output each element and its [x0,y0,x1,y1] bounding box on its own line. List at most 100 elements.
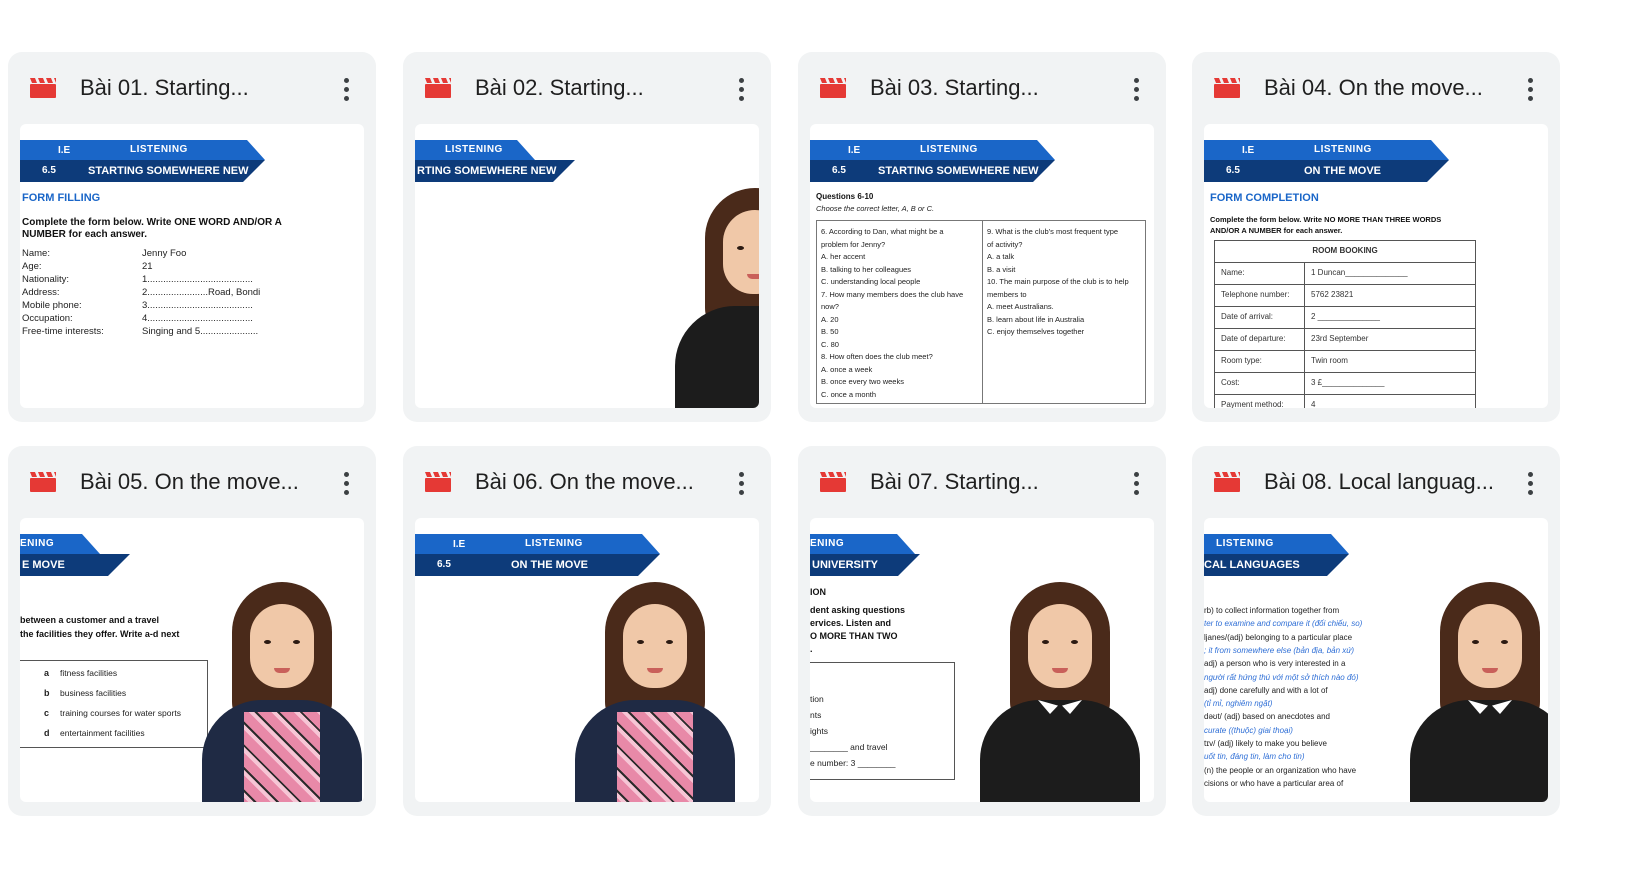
banner-topic: ON THE MOVE [415,554,660,576]
form-row: Nationality: 1...........................… [22,274,253,285]
video-title[interactable]: Bài 03. Starting... [870,70,1120,106]
form-label: Free-time interests: [22,326,104,337]
instruction-line: between a customer and a travel [20,615,160,625]
video-clapperboard-icon [820,472,846,492]
more-options-icon[interactable] [1124,468,1148,498]
presenter-image [565,582,745,802]
option-letter: c [44,708,50,718]
more-options-icon[interactable] [1518,468,1542,498]
video-title[interactable]: Bài 01. Starting... [80,70,330,106]
video-thumbnail[interactable]: LISTENING CAL LANGUAGES rb) to collect inf… [1204,518,1548,802]
form-value: Singing and 5...................... [142,326,259,337]
instruction-line: NUMBER for each answer. [22,229,148,240]
presenter-eye [1042,640,1049,644]
more-options-icon[interactable] [1518,74,1542,104]
instruction-line: . [810,644,813,654]
question-line: of activity? [987,239,1023,249]
table-row: Date of departure: 23rd September [1215,329,1475,351]
question-line: 7. How many members does the club have [821,289,964,299]
video-thumbnail[interactable]: LISTENING ON THE MOVE I.E 6.5 FORM COMPLETIO… [1204,124,1548,408]
video-thumbnail[interactable]: LISTENING STARTING SOMEWHERE NEW I.E 6.5 Que… [810,124,1154,408]
form-row: Name: Jenny Foo [22,248,186,259]
more-options-icon[interactable] [334,74,358,104]
questions-box: 6. According to Dan, what might be a pro… [816,220,1146,404]
video-clapperboard-icon [425,78,451,98]
form-row: Occupation: 4............................… [22,313,253,324]
presenter-face [723,210,759,294]
more-options-icon[interactable] [729,74,753,104]
form-label: Nationality: [22,274,69,285]
table-cell-label: Name: [1215,263,1305,284]
more-options-icon[interactable] [334,468,358,498]
video-card[interactable]: Bài 04. On the move... LISTENING ON THE MO… [1192,52,1560,422]
video-title[interactable]: Bài 08. Local languag... [1264,464,1514,500]
video-card[interactable]: Bài 01. Starting... LISTENING STARTING SOM… [8,52,376,422]
column-divider [982,221,983,403]
presenter-eye [1501,640,1508,644]
video-thumbnail[interactable]: ENING E MOVE between a customer and a trav… [20,518,364,802]
video-title[interactable]: Bài 07. Starting... [870,464,1120,500]
video-clapperboard-icon [1214,472,1240,492]
video-card[interactable]: Bài 05. On the move... ENING E MOVE between… [8,446,376,816]
video-title[interactable]: Bài 06. On the move... [475,464,725,500]
video-thumbnail[interactable]: LISTENING RTING SOMEWHERE NEW [415,124,759,408]
question-line: problem for Jenny? [821,239,886,249]
video-thumbnail[interactable]: LISTENING ON THE MOVE I.E 6.5 [415,518,759,802]
banner-topic: ON THE MOVE [1204,160,1449,182]
table-cell-value: 23rd September [1311,334,1369,343]
banner-topic: STARTING SOMEWHERE NEW [810,160,1055,182]
video-card[interactable]: Bài 02. Starting... LISTENING RTING SOMEWH… [403,52,771,422]
video-thumbnail[interactable]: LISTENING STARTING SOMEWHERE NEW I.E 6.5 FOR… [20,124,364,408]
banner-ie-logo: I.E [1242,145,1255,156]
option-letter: a [44,668,50,678]
video-title[interactable]: Bài 02. Starting... [475,70,725,106]
table-cell-value: 4 [1311,400,1316,408]
video-grid: Bài 01. Starting... LISTENING STARTING SOM… [8,52,1616,852]
more-options-icon[interactable] [729,468,753,498]
video-thumbnail[interactable]: ENING UNIVERSITY ION dent asking questions e… [810,518,1154,802]
presenter-face [1458,604,1522,688]
vocab-line: curate ((thuộc) giai thoại) [1204,725,1293,735]
presenter-image [192,582,364,802]
video-card[interactable]: Bài 08. Local languag... LISTENING CAL LAN… [1192,446,1560,816]
form-line: tion [810,694,824,704]
form-row: Age: 21 [22,261,153,272]
vocab-line: ljanes/(adj) belonging to a particular p… [1204,632,1353,642]
presenter-mouth [647,668,663,673]
presenter-image [970,582,1150,802]
video-title[interactable]: Bài 05. On the move... [80,464,330,500]
banner-category: LISTENING [1204,140,1449,160]
question-line: 6. According to Dan, what might be a [821,227,944,236]
table-cell-label: Date of arrival: [1215,307,1305,328]
presenter-jacket [1410,700,1548,802]
question-line: members to [987,289,1027,299]
vocab-line: rb) to collect information together from [1204,606,1340,615]
table-cell-label: Room type: [1215,351,1305,372]
video-title[interactable]: Bài 04. On the move... [1264,70,1514,106]
video-card[interactable]: Bài 03. Starting... LISTENING STARTING SOM… [798,52,1166,422]
instruction-line: the facilities they offer. Write a-d nex… [20,629,180,639]
question-line: C. understanding local people [821,277,921,286]
card-header: Bài 06. On the move... [403,446,771,518]
presenter-jacket [675,306,759,408]
thumbnail-banner: ENING UNIVERSITY [810,534,920,576]
video-card[interactable]: Bài 07. Starting... ENING UNIVERSITY ION den… [798,446,1166,816]
presenter-eye [1071,640,1078,644]
video-card[interactable]: Bài 06. On the move... LISTENING ON THE MO… [403,446,771,816]
table-cell-label: Date of departure: [1215,329,1305,350]
vocab-line: (n) the people or an organization who ha… [1204,765,1357,775]
banner-category: LISTENING [415,534,660,554]
vocab-line: ter to examine and compare it (đối chiếu… [1204,619,1363,629]
banner-level: 6.5 [437,559,451,570]
question-line: B. learn about life in Australia [987,314,1085,324]
form-label: Name: [22,248,50,259]
banner-category: LISTENING [20,140,265,160]
question-line: C. enjoy themselves together [987,327,1085,336]
more-options-icon[interactable] [1124,74,1148,104]
presenter-face [1028,604,1092,688]
form-row: Address: 2.......................Road, Bo… [22,287,260,298]
form-value: 3.......................................… [142,300,253,311]
presenter-shirt [617,712,693,802]
table-cell-value: 5762 23821 [1311,290,1354,299]
video-clapperboard-icon [30,78,56,98]
